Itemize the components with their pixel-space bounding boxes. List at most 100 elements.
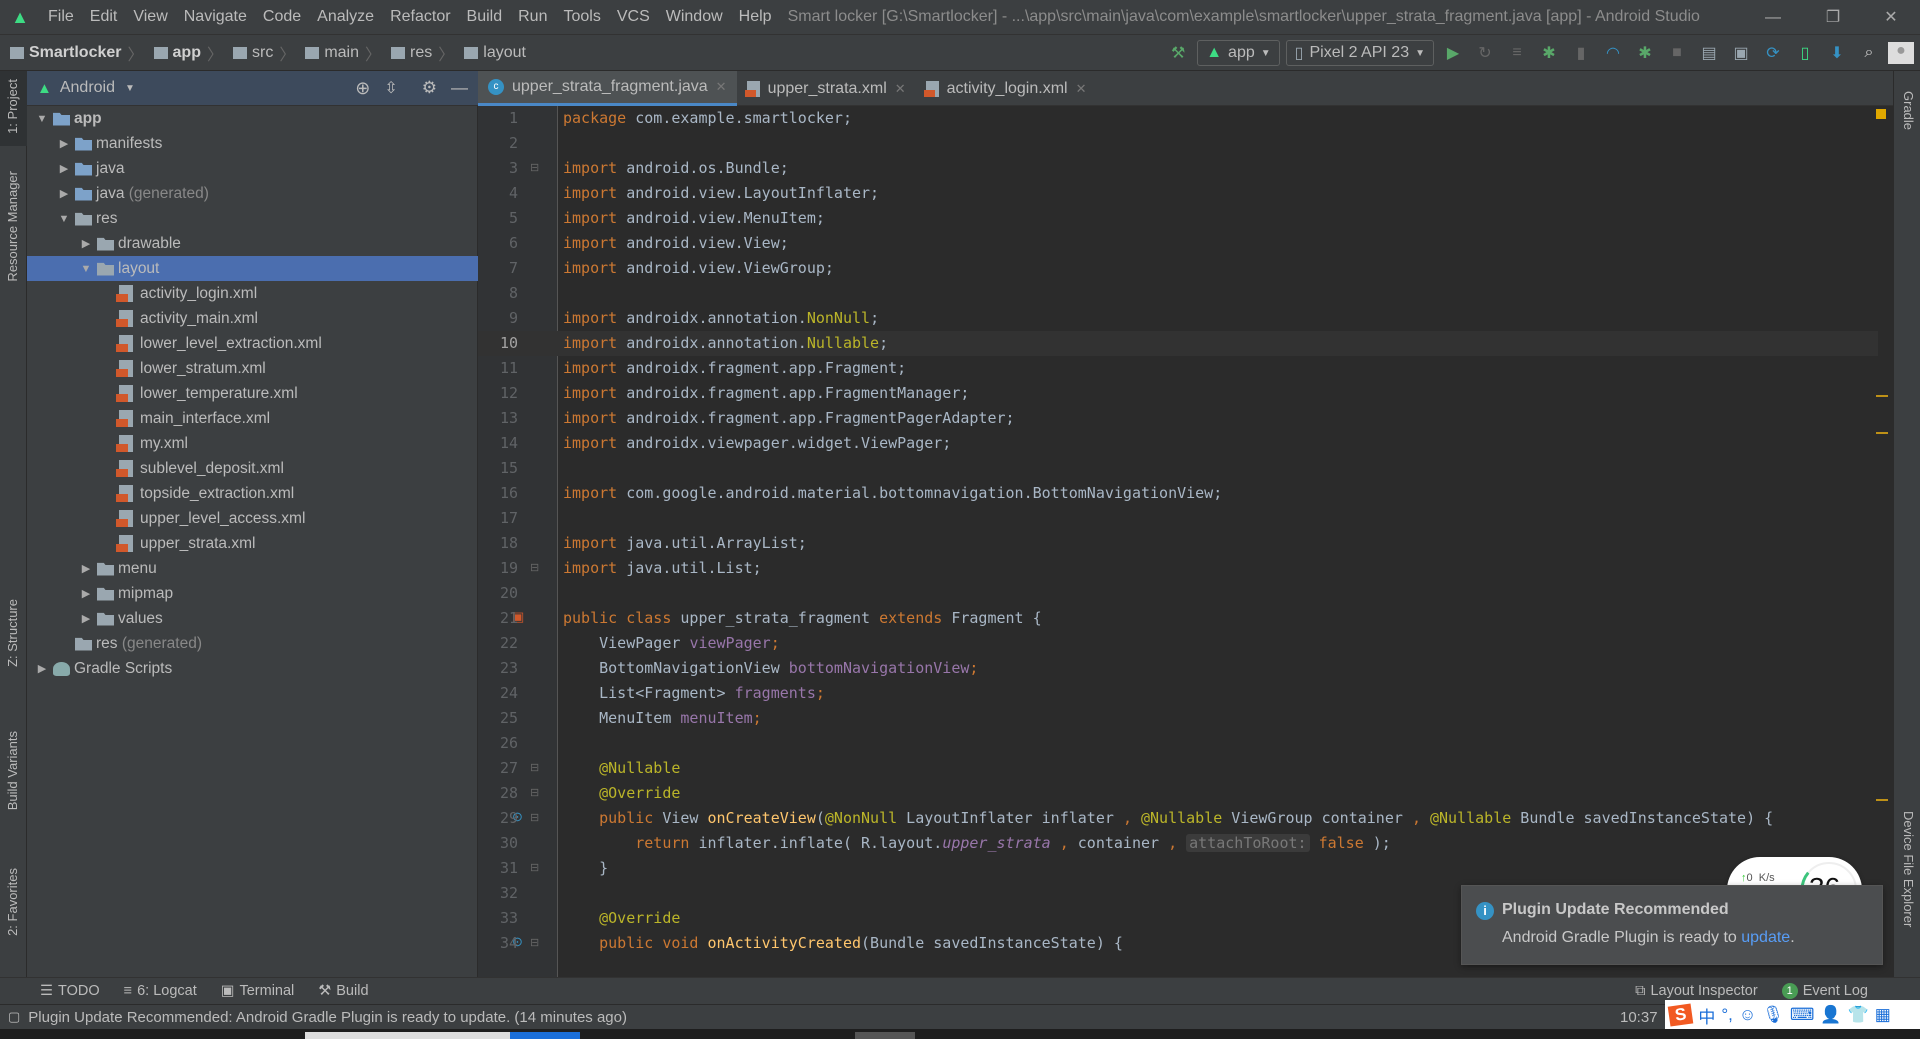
apply-changes-icon[interactable]: ↻ xyxy=(1472,43,1498,63)
device-manager-icon[interactable]: ▯ xyxy=(1792,43,1818,63)
build-variants-tool-button[interactable]: Build Variants xyxy=(5,731,20,810)
chinese-mode-icon[interactable]: 中 xyxy=(1698,1003,1715,1028)
close-tab-icon[interactable]: ✕ xyxy=(895,81,906,97)
tree-item-gradle-scripts[interactable]: ▶ Gradle Scripts xyxy=(27,656,478,681)
emoji-icon[interactable]: ☺ xyxy=(1739,1005,1756,1025)
expand-arrow-down-icon[interactable]: ▼ xyxy=(35,113,49,125)
expand-arrow-right-icon[interactable]: ▶ xyxy=(35,662,49,675)
menu-tools[interactable]: Tools xyxy=(555,8,608,26)
tree-item-upper-level-access-xml[interactable]: upper_level_access.xml xyxy=(27,506,478,531)
breadcrumb-item[interactable]: Smartlocker 〉 xyxy=(0,41,144,65)
toolbox-icon[interactable]: ▦ xyxy=(1875,1005,1891,1025)
tree-item-activity-login-xml[interactable]: activity_login.xml xyxy=(27,281,478,306)
menu-window[interactable]: Window xyxy=(658,8,731,26)
device-file-explorer-tool-button[interactable]: Device File Explorer xyxy=(1901,811,1916,927)
close-tab-icon[interactable]: ✕ xyxy=(1076,81,1087,97)
tree-item-mipmap[interactable]: ▶ mipmap xyxy=(27,581,478,606)
status-message[interactable]: Plugin Update Recommended: Android Gradl… xyxy=(28,1009,627,1026)
inspection-status-icon[interactable] xyxy=(1876,109,1886,119)
run-config-select[interactable]: ▲ app ▼ xyxy=(1197,40,1280,66)
expand-arrow-right-icon[interactable]: ▶ xyxy=(57,162,71,175)
tree-item-layout[interactable]: ▼ layout xyxy=(27,256,478,281)
search-icon[interactable]: ⌕ xyxy=(1856,44,1882,62)
tree-item-upper-strata-xml[interactable]: upper_strata.xml xyxy=(27,531,478,556)
sdk-manager-icon[interactable]: ⬇ xyxy=(1824,43,1850,63)
breadcrumb-item[interactable]: layout xyxy=(454,41,526,65)
expand-arrow-down-icon[interactable]: ▼ xyxy=(57,213,71,225)
run-icon[interactable]: ▶ xyxy=(1440,43,1466,63)
tree-item-lower-temperature-xml[interactable]: lower_temperature.xml xyxy=(27,381,478,406)
hammer-icon[interactable]: ⚒ xyxy=(1165,43,1191,63)
tree-item-manifests[interactable]: ▶ manifests xyxy=(27,131,478,156)
tab-activity-login-xml[interactable]: activity_login.xml ✕ xyxy=(916,71,1097,106)
tree-item-my-xml[interactable]: my.xml xyxy=(27,431,478,456)
project-tool-button[interactable]: 1: Project xyxy=(5,79,20,134)
skin-icon[interactable]: 👕 xyxy=(1848,1005,1869,1025)
menu-build[interactable]: Build xyxy=(459,8,511,26)
warning-marker[interactable] xyxy=(1876,432,1888,434)
chevron-down-icon[interactable]: ▼ xyxy=(125,83,135,94)
punctuation-icon[interactable]: °, xyxy=(1721,1005,1733,1025)
user-icon[interactable]: 👤 xyxy=(1820,1005,1841,1025)
avd-manager-icon[interactable]: ▣ xyxy=(1728,43,1754,63)
warning-marker[interactable] xyxy=(1876,799,1888,801)
gear-icon[interactable]: ⚙ xyxy=(422,78,437,98)
menu-analyze[interactable]: Analyze xyxy=(309,8,382,26)
menu-edit[interactable]: Edit xyxy=(82,8,126,26)
code-editor[interactable]: ⊟ ⊟ ⊟ ⊟ ⊟ ⊟ ⊟ ▣ ⊙ ⊙ 1 package com.example.smartloc… xyxy=(478,106,1893,977)
expand-arrow-right-icon[interactable]: ▶ xyxy=(79,562,93,575)
event-log-tool-button[interactable]: 1 Event Log xyxy=(1770,983,1880,999)
breadcrumb-item[interactable]: src 〉 xyxy=(223,41,295,65)
tree-item-app[interactable]: ▼ app xyxy=(27,106,478,131)
resource-manager-tool-button[interactable]: Resource Manager xyxy=(5,171,20,282)
hide-icon[interactable]: — xyxy=(451,78,468,98)
sync-gradle-icon[interactable]: ⟳ xyxy=(1760,43,1786,63)
apply-code-changes-icon[interactable]: ≡ xyxy=(1504,44,1530,62)
tree-item-values[interactable]: ▶ values xyxy=(27,606,478,631)
sogou-icon[interactable]: S xyxy=(1667,1003,1694,1027)
breadcrumb-item[interactable]: app 〉 xyxy=(144,41,223,65)
attach-debugger-icon[interactable]: ▮ xyxy=(1568,43,1594,63)
close-button[interactable]: ✕ xyxy=(1862,0,1920,35)
expand-arrow-right-icon[interactable]: ▶ xyxy=(79,587,93,600)
locate-icon[interactable]: ⊕ xyxy=(355,78,370,99)
minimize-button[interactable]: — xyxy=(1744,0,1802,35)
project-structure-icon[interactable]: ▤ xyxy=(1696,43,1722,63)
layout-inspector-tool-button[interactable]: ⧉ Layout Inspector xyxy=(1623,983,1770,999)
expand-arrow-down-icon[interactable]: ▼ xyxy=(79,263,93,275)
microphone-icon[interactable]: 🎙 xyxy=(1762,1005,1784,1025)
menu-view[interactable]: View xyxy=(125,8,175,26)
menu-help[interactable]: Help xyxy=(731,8,780,26)
tool-button-build[interactable]: ⚒ Build xyxy=(306,983,380,999)
collapse-all-icon[interactable]: ⇳ xyxy=(384,78,397,98)
expand-arrow-right-icon[interactable]: ▶ xyxy=(57,187,71,200)
tree-item-java[interactable]: ▶ java (generated) xyxy=(27,181,478,206)
update-link[interactable]: update xyxy=(1741,929,1790,946)
tree-item-res[interactable]: res (generated) xyxy=(27,631,478,656)
tree-item-lower-level-extraction-xml[interactable]: lower_level_extraction.xml xyxy=(27,331,478,356)
breadcrumb-item[interactable]: res 〉 xyxy=(381,41,454,65)
tree-item-main-interface-xml[interactable]: main_interface.xml xyxy=(27,406,478,431)
menu-file[interactable]: File xyxy=(40,8,82,26)
tab-upper-strata-xml[interactable]: upper_strata.xml ✕ xyxy=(737,71,916,106)
tree-item-activity-main-xml[interactable]: activity_main.xml xyxy=(27,306,478,331)
user-icon[interactable]: ● xyxy=(1888,42,1914,64)
menu-vcs[interactable]: VCS xyxy=(609,8,658,26)
menu-run[interactable]: Run xyxy=(510,8,555,26)
tree-item-sublevel-deposit-xml[interactable]: sublevel_deposit.xml xyxy=(27,456,478,481)
favorites-tool-button[interactable]: 2: Favorites xyxy=(5,868,20,936)
tree-item-res[interactable]: ▼ res xyxy=(27,206,478,231)
expand-arrow-right-icon[interactable]: ▶ xyxy=(79,237,93,250)
gradle-tool-button[interactable]: Gradle xyxy=(1901,91,1916,130)
tool-button-todo[interactable]: ☰ TODO xyxy=(28,983,112,999)
profile-icon[interactable]: ◠ xyxy=(1600,43,1626,63)
tab-upper-strata-fragment-java[interactable]: c upper_strata_fragment.java ✕ xyxy=(478,71,737,106)
tree-item-lower-stratum-xml[interactable]: lower_stratum.xml xyxy=(27,356,478,381)
toggle-tool-windows-icon[interactable]: ▢ xyxy=(8,1009,20,1025)
tree-item-topside-extraction-xml[interactable]: topside_extraction.xml xyxy=(27,481,478,506)
project-view-select[interactable]: Android xyxy=(60,79,115,97)
expand-arrow-right-icon[interactable]: ▶ xyxy=(79,612,93,625)
run-with-coverage-icon[interactable]: ✱ xyxy=(1632,43,1658,63)
device-select[interactable]: ▯ Pixel 2 API 23 ▼ xyxy=(1285,40,1434,66)
tree-item-java[interactable]: ▶ java xyxy=(27,156,478,181)
